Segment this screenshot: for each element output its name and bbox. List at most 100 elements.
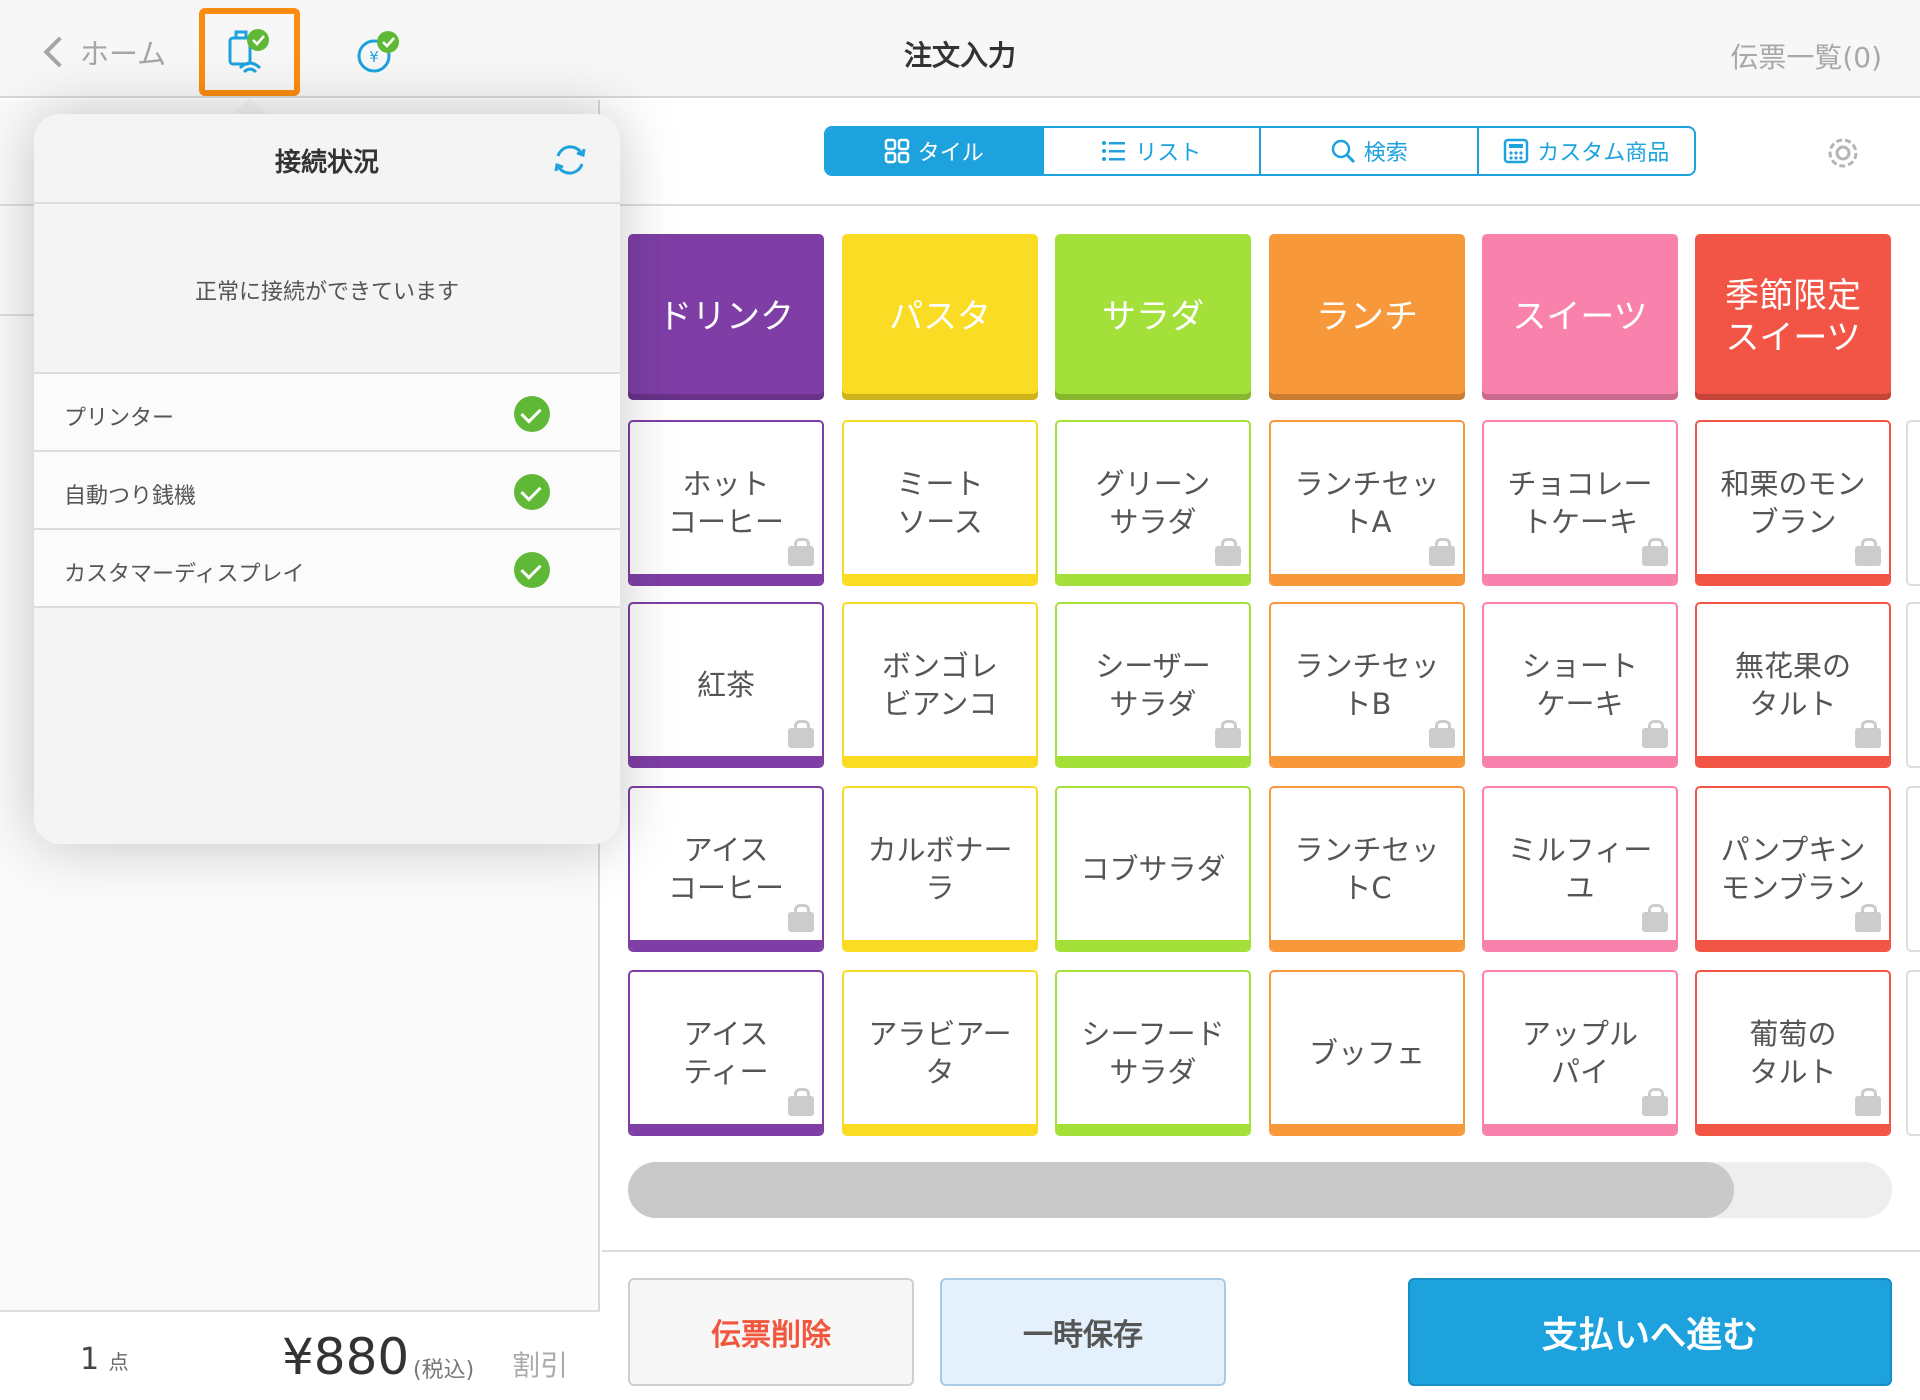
partial-tile bbox=[1906, 602, 1920, 768]
takeout-bag-icon bbox=[1642, 904, 1668, 932]
product-label: パンプキン モンブラン bbox=[1720, 833, 1866, 905]
product-label: グリーン サラダ bbox=[1095, 467, 1211, 539]
hold-button[interactable]: 一時保存 bbox=[940, 1278, 1226, 1386]
tab-tile[interactable]: タイル bbox=[826, 128, 1044, 174]
category-color-bar bbox=[1484, 756, 1676, 766]
takeout-bag-icon bbox=[1855, 720, 1881, 748]
search-icon bbox=[1331, 139, 1355, 164]
discount-button[interactable]: 割引 bbox=[512, 1344, 568, 1384]
product-tile[interactable]: 紅茶 bbox=[628, 602, 824, 768]
connection-message: 正常に接続ができています bbox=[194, 280, 459, 305]
product-tile[interactable]: ミート ソース bbox=[842, 420, 1038, 586]
takeout-bag-icon bbox=[1855, 904, 1881, 932]
product-tile[interactable]: シーザー サラダ bbox=[1055, 602, 1251, 768]
category-color-bar bbox=[630, 756, 822, 766]
product-label: カルボナー ラ bbox=[867, 833, 1013, 905]
order-entry-screen: { "topbar": { "back_label": "ホーム", "titl… bbox=[0, 0, 1920, 1400]
product-tile[interactable]: コブサラダ bbox=[1055, 786, 1251, 952]
takeout-bag-icon bbox=[788, 538, 814, 566]
takeout-bag-icon bbox=[788, 904, 814, 932]
category-color-bar bbox=[844, 756, 1036, 766]
category-color-bar bbox=[844, 574, 1036, 584]
product-tile[interactable]: ホット コーヒー bbox=[628, 420, 824, 586]
category-color-bar bbox=[1271, 756, 1463, 766]
product-label: シーフード サラダ bbox=[1081, 1017, 1225, 1089]
takeout-bag-icon bbox=[1215, 538, 1241, 566]
product-tile[interactable]: アイス コーヒー bbox=[628, 786, 824, 952]
takeout-bag-icon bbox=[1642, 720, 1668, 748]
device-row-change-machine: 自動つり銭機 bbox=[34, 452, 620, 530]
refresh-icon[interactable] bbox=[550, 140, 590, 180]
product-tile[interactable]: パンプキン モンブラン bbox=[1695, 786, 1891, 952]
grid-icon bbox=[884, 138, 909, 164]
product-tile[interactable]: ミルフィー ユ bbox=[1482, 786, 1678, 952]
product-tile[interactable]: アップル パイ bbox=[1482, 970, 1678, 1136]
product-tile[interactable]: グリーン サラダ bbox=[1055, 420, 1251, 586]
category-tile[interactable]: パスタ bbox=[842, 234, 1038, 400]
popover-header: 接続状況 bbox=[34, 114, 620, 204]
product-label: ランチセッ トB bbox=[1294, 649, 1440, 721]
category-color-bar bbox=[1057, 756, 1249, 766]
product-label: アップル パイ bbox=[1521, 1017, 1638, 1089]
product-tile[interactable]: アラビアー タ bbox=[842, 970, 1038, 1136]
list-icon bbox=[1102, 141, 1126, 161]
scrollbar-thumb[interactable] bbox=[628, 1162, 1734, 1218]
product-tile[interactable]: チョコレー トケーキ bbox=[1482, 420, 1678, 586]
category-color-bar bbox=[1271, 940, 1463, 950]
category-tile[interactable]: サラダ bbox=[1055, 234, 1251, 400]
product-label: ランチセッ トC bbox=[1294, 833, 1440, 905]
category-tile[interactable]: 季節限定 スイーツ bbox=[1695, 234, 1891, 400]
tab-custom-item[interactable]: カスタム商品 bbox=[1479, 128, 1695, 174]
product-label: ミート ソース bbox=[896, 467, 984, 539]
check-circle-icon bbox=[514, 552, 550, 588]
tab-list[interactable]: リスト bbox=[1044, 128, 1261, 174]
product-tile[interactable]: カルボナー ラ bbox=[842, 786, 1038, 952]
product-label: 紅茶 bbox=[696, 668, 755, 702]
category-color-bar bbox=[630, 940, 822, 950]
takeout-bag-icon bbox=[1642, 538, 1668, 566]
category-color-bar bbox=[844, 940, 1036, 950]
category-color-bar bbox=[1697, 940, 1889, 950]
tab-search[interactable]: 検索 bbox=[1261, 128, 1479, 174]
category-color-bar bbox=[1271, 574, 1463, 584]
item-count: 1 点 bbox=[80, 1342, 129, 1377]
slip-list-button[interactable]: 伝票一覧(0) bbox=[1730, 36, 1882, 76]
page-title: 注文入力 bbox=[903, 39, 1016, 72]
product-label: アイス ティー bbox=[683, 1017, 769, 1089]
product-tile[interactable]: ボンゴレ ビアンコ bbox=[842, 602, 1038, 768]
product-tile[interactable]: ランチセッ トB bbox=[1269, 602, 1465, 768]
tax-label: (税込) bbox=[413, 1358, 475, 1383]
product-label: アラビアー タ bbox=[868, 1017, 1012, 1089]
product-tile[interactable]: ショート ケーキ bbox=[1482, 602, 1678, 768]
category-tile[interactable]: ドリンク bbox=[628, 234, 824, 400]
takeout-bag-icon bbox=[1429, 538, 1455, 566]
product-tile[interactable]: 葡萄の タルト bbox=[1695, 970, 1891, 1136]
gear-icon[interactable] bbox=[1822, 132, 1864, 174]
product-label: シーザー サラダ bbox=[1095, 649, 1211, 721]
category-color-bar bbox=[1271, 1124, 1463, 1134]
product-tile[interactable]: シーフード サラダ bbox=[1055, 970, 1251, 1136]
product-tile[interactable]: ランチセッ トC bbox=[1269, 786, 1465, 952]
product-tile[interactable]: 和栗のモン ブラン bbox=[1695, 420, 1891, 586]
category-color-bar bbox=[1057, 574, 1249, 584]
check-circle-icon bbox=[514, 474, 550, 510]
category-color-bar bbox=[1484, 574, 1676, 584]
delete-slip-button[interactable]: 伝票削除 bbox=[628, 1278, 914, 1386]
proceed-to-payment-button[interactable]: 支払いへ進む bbox=[1408, 1278, 1892, 1386]
product-label: ホット コーヒー bbox=[667, 467, 784, 539]
device-label: プリンター bbox=[64, 406, 175, 431]
divider bbox=[602, 1250, 1920, 1252]
product-tile[interactable]: ブッフェ bbox=[1269, 970, 1465, 1136]
product-tile[interactable]: アイス ティー bbox=[628, 970, 824, 1136]
category-color-bar bbox=[1484, 1124, 1676, 1134]
category-tile[interactable]: スイーツ bbox=[1482, 234, 1678, 400]
calculator-icon bbox=[1503, 138, 1529, 164]
product-label: ランチセッ トA bbox=[1294, 467, 1440, 539]
category-color-bar bbox=[630, 574, 822, 584]
takeout-bag-icon bbox=[788, 720, 814, 748]
product-label: アイス コーヒー bbox=[667, 833, 784, 905]
category-tile[interactable]: ランチ bbox=[1269, 234, 1465, 400]
product-tile[interactable]: ランチセッ トA bbox=[1269, 420, 1465, 586]
product-tile[interactable]: 無花果の タルト bbox=[1695, 602, 1891, 768]
check-circle-icon bbox=[514, 396, 550, 432]
